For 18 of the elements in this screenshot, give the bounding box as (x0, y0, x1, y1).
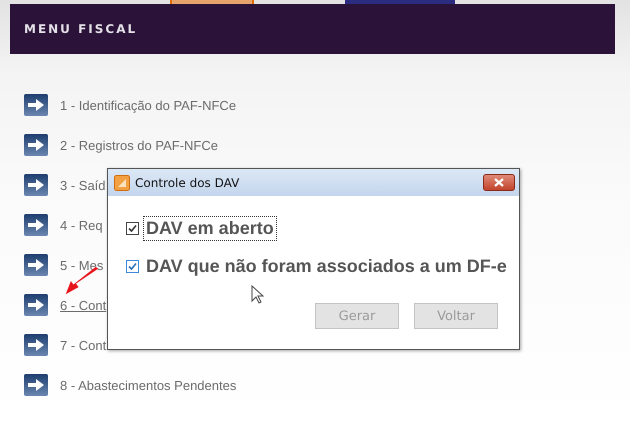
checkbox[interactable] (126, 222, 139, 235)
menu-link[interactable]: 2 - Registros do PAF-NFCe (60, 138, 218, 152)
close-button[interactable] (483, 174, 515, 191)
menu-link[interactable]: 4 - Req (60, 218, 103, 232)
app-icon (114, 174, 130, 190)
header-title: MENU FISCAL (24, 22, 138, 36)
menu-link[interactable]: 5 - Mes (60, 258, 104, 272)
dialog-title: Controle dos DAV (135, 176, 240, 190)
checkbox[interactable] (126, 260, 139, 273)
checkbox-label[interactable]: DAV que não foram associados a um DF-e (143, 254, 510, 279)
menu-link[interactable]: 7 - Cont (60, 338, 106, 352)
checkbox-label[interactable]: DAV em aberto (143, 216, 277, 241)
menu-link[interactable]: 3 - Saíd (60, 178, 106, 192)
close-icon (494, 178, 504, 187)
menu-link[interactable]: 1 - Identificação do PAF-NFCe (60, 98, 236, 112)
menu-link[interactable]: 6 - Cont (60, 298, 106, 312)
menu-link[interactable]: 8 - Abastecimentos Pendentes (60, 378, 236, 392)
cursor-icon (251, 285, 264, 304)
